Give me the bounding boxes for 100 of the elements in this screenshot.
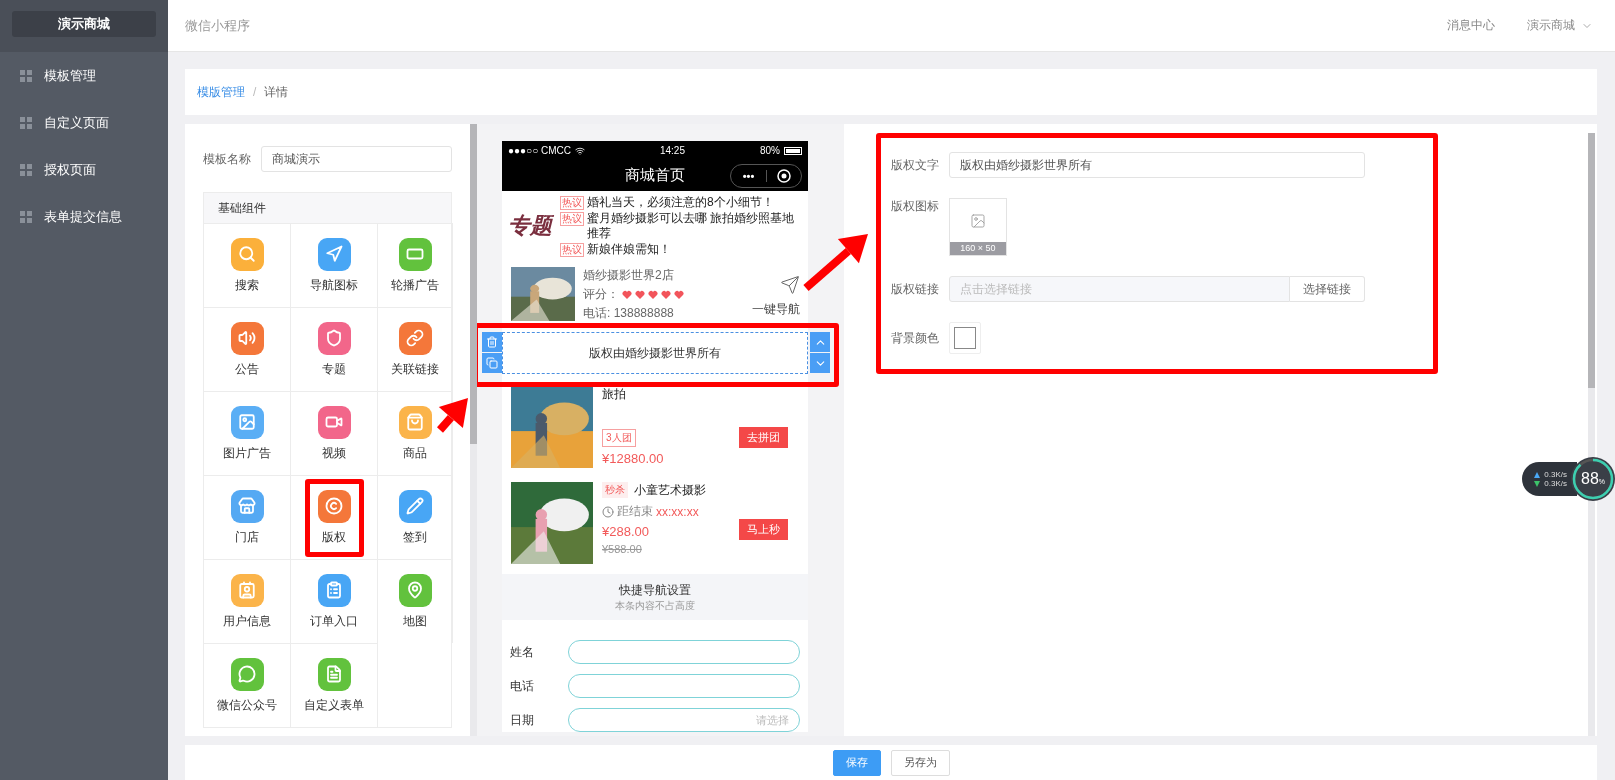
sidebar-item[interactable]: 模板管理 (0, 52, 168, 99)
group-tag: 3人团 (602, 429, 636, 447)
component-item[interactable]: 专题 (304, 310, 364, 389)
account-menu[interactable]: 演示商城 (1527, 17, 1593, 34)
product-price: ¥12880.00 (602, 451, 664, 466)
topic-link[interactable]: 婚礼当天，必须注意的8个小细节！ (587, 195, 774, 210)
form-label: 日期 (510, 711, 535, 729)
component-item[interactable]: 地图 (385, 562, 445, 641)
rating-label: 评分： (583, 286, 619, 303)
breadcrumb-link[interactable]: 模版管理 (197, 83, 245, 101)
field-label: 版权链接 (891, 280, 939, 298)
product-title: 小童艺术摄影 (634, 482, 706, 499)
move-up-button[interactable] (810, 332, 830, 352)
heart-icon (635, 289, 645, 300)
navigate-link[interactable]: 一键导航 (752, 301, 800, 318)
component-item[interactable]: 商品 (385, 394, 445, 473)
logo: 演示商城 (12, 11, 156, 37)
product-price: ¥288.00 (602, 524, 649, 539)
breadcrumb-current: 详情 (264, 83, 289, 101)
field-label: 版权图标 (891, 198, 939, 215)
component-item[interactable]: 关联链接 (378, 310, 452, 389)
component-item[interactable]: 微信公众号 (204, 646, 290, 725)
section-title: 基础组件 (204, 193, 451, 223)
grid-icon (20, 210, 32, 223)
scrollbar-thumb[interactable] (470, 124, 477, 444)
download-speed: 0.3K/s (1544, 479, 1567, 488)
group-buy-button[interactable]: 去拼团 (739, 427, 788, 448)
component-item[interactable]: 图片广告 (210, 394, 284, 473)
phone-title: 商城首页 (625, 166, 685, 185)
component-item[interactable]: 轮播广告 (378, 226, 452, 305)
grid-icon (20, 116, 32, 129)
product-title: 旅拍 (602, 386, 627, 403)
down-arrow-icon (1534, 480, 1541, 487)
countdown-label: 距结束 (617, 503, 653, 520)
component-item[interactable]: 导航图标 (297, 226, 371, 305)
quick-nav-note: 本条内容不占高度 (615, 598, 695, 613)
move-down-button[interactable] (810, 353, 830, 373)
input-field[interactable] (568, 674, 800, 698)
grid-icon (20, 69, 32, 82)
form-label: 电话 (510, 677, 535, 695)
sidebar-item[interactable]: 自定义页面 (0, 99, 168, 146)
battery-text: 80% (760, 145, 780, 156)
store-phone: 电话: 138888888 (583, 305, 675, 322)
hot-tag: 热议 (560, 212, 584, 226)
component-item[interactable]: 版权 (304, 478, 364, 557)
sidebar-item[interactable]: 授权页面 (0, 146, 168, 193)
component-item[interactable]: 公告 (217, 310, 277, 389)
store-name: 婚纱摄影世界2店 (583, 267, 675, 284)
heart-icon (674, 289, 684, 300)
annotation-arrow (803, 234, 868, 291)
original-price: ¥588.00 (602, 543, 642, 555)
countdown-value: xx:xx:xx (656, 504, 699, 519)
image-icon (970, 212, 986, 229)
template-name-field[interactable]: 商城演示 (261, 146, 452, 172)
component-item[interactable]: 自定义表单 (291, 646, 377, 725)
field-label: 背景颜色 (891, 329, 939, 347)
component-item[interactable]: 门店 (217, 478, 277, 557)
copy-icon (486, 357, 498, 369)
battery-icon (784, 146, 802, 155)
select-link-button[interactable]: 选择链接 (1290, 276, 1365, 302)
topic-link[interactable]: 新娘伴娘需知！ (587, 242, 671, 257)
grid-icon (20, 163, 32, 176)
breadcrumb-separator: / (253, 85, 257, 99)
trash-icon (486, 336, 498, 348)
component-item[interactable]: 签到 (385, 478, 445, 557)
upload-speed: 0.3K/s (1544, 470, 1567, 479)
copy-button[interactable] (482, 353, 502, 373)
save-as-button[interactable]: 另存为 (890, 749, 950, 776)
up-arrow-icon (1534, 471, 1541, 478)
heart-icon (661, 289, 671, 300)
carrier-text: ●●●○○ CMCC (508, 145, 571, 156)
heart-icon (648, 289, 658, 300)
hot-tag: 热议 (560, 196, 584, 210)
component-item[interactable]: 订单入口 (297, 562, 371, 641)
wifi-icon (575, 145, 585, 156)
topic-link[interactable]: 蜜月婚纱摄影可以去哪 旅拍婚纱照基地推荐 (587, 211, 800, 241)
quick-nav-title: 快捷导航设置 (619, 581, 691, 599)
buy-now-button[interactable]: 马上秒 (739, 519, 788, 540)
delete-button[interactable] (482, 332, 502, 352)
field-label: 版权文字 (891, 156, 939, 174)
message-center-link[interactable]: 消息中心 (1447, 17, 1495, 34)
paper-plane-icon (780, 275, 800, 295)
field-label: 模板名称 (203, 150, 251, 168)
page-title: 微信小程序 (185, 16, 251, 35)
sidebar-item[interactable]: 表单提交信息 (0, 193, 168, 240)
component-item[interactable]: 搜索 (217, 226, 277, 305)
link-field[interactable]: 点击选择链接 (949, 276, 1290, 302)
input-field[interactable] (568, 640, 800, 664)
form-label: 姓名 (510, 643, 535, 661)
component-item[interactable]: 用户信息 (210, 562, 284, 641)
heart-icon (622, 289, 632, 300)
annotation-arrow (437, 398, 468, 433)
clock-text: 14:25 (659, 145, 685, 156)
copyright-text-field[interactable]: 版权由婚纱摄影世界所有 (949, 152, 1365, 178)
component-item[interactable]: 视频 (304, 394, 364, 473)
input-field[interactable]: 请选择 (568, 708, 800, 732)
scrollbar-thumb[interactable] (1588, 133, 1595, 388)
color-picker[interactable] (949, 322, 981, 354)
hot-tag: 热议 (560, 243, 584, 257)
topic-logo: 专题 (508, 212, 552, 240)
